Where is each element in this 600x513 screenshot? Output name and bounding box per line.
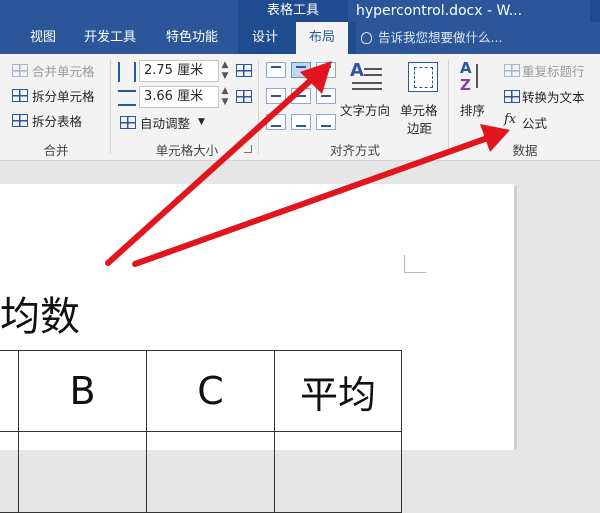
split-cells-button[interactable]: 拆分单元格	[32, 86, 95, 105]
distribute-rows-icon[interactable]	[236, 64, 252, 77]
margin-mark	[404, 272, 426, 273]
formula-button[interactable]: 公式	[522, 113, 547, 132]
align-top-right-button[interactable]	[316, 62, 336, 78]
align-bottom-center-button[interactable]	[291, 114, 311, 130]
group-label-cell-size: 单元格大小	[155, 143, 219, 158]
autofit-icon	[120, 116, 136, 129]
align-top-center-button[interactable]	[291, 62, 311, 78]
convert-to-text-button[interactable]: 转换为文本	[522, 87, 585, 106]
align-top-left-button[interactable]	[266, 62, 286, 78]
sort-button[interactable]: 排序	[460, 100, 485, 119]
tab-developer[interactable]: 开发工具	[84, 22, 136, 54]
convert-to-text-icon	[504, 90, 520, 103]
group-separator	[258, 60, 259, 154]
table-cell[interactable]: C	[146, 350, 275, 432]
tab-layout[interactable]: 布局	[296, 22, 348, 54]
margin-mark	[404, 255, 405, 273]
document-heading: 均数	[0, 294, 80, 340]
distribute-columns-icon[interactable]	[236, 90, 252, 103]
group-separator	[448, 60, 449, 154]
table-cell[interactable]: 平均	[274, 350, 402, 432]
merge-cells-button[interactable]: 合并单元格	[32, 61, 95, 80]
row-height-spinner[interactable]: ▲ ▼	[219, 60, 231, 82]
tell-me-search[interactable]: 告诉我您想要做什么...	[378, 22, 502, 54]
split-cells-icon	[12, 89, 28, 102]
tab-special[interactable]: 特色功能	[166, 22, 218, 54]
column-width-spinner[interactable]: ▲ ▼	[219, 86, 231, 108]
split-table-icon	[12, 114, 28, 127]
group-label-merge: 合并	[43, 143, 69, 158]
document-title: hypercontrol.docx - W...	[356, 3, 523, 19]
window-control[interactable]	[590, 0, 600, 22]
formula-icon: fx	[504, 112, 517, 127]
lightbulb-icon	[361, 32, 372, 44]
group-label-data: 数据	[512, 143, 538, 158]
repeat-header-button[interactable]: 重复标题行	[522, 61, 585, 80]
align-middle-right-button[interactable]	[316, 88, 336, 104]
group-label-alignment: 对齐方式	[329, 143, 380, 158]
sort-icon: A Z	[458, 60, 484, 96]
align-bottom-left-button[interactable]	[266, 114, 286, 130]
chevron-down-icon[interactable]: ▼	[198, 113, 205, 131]
cell-margins-icon	[408, 62, 438, 92]
tab-design[interactable]: 设计	[252, 22, 278, 54]
autofit-button[interactable]: 自动调整	[140, 113, 190, 132]
table-row	[0, 431, 402, 513]
cell-margins-button-line2[interactable]: 边距	[407, 118, 432, 137]
repeat-header-icon	[504, 64, 520, 77]
text-direction-icon: A	[350, 60, 384, 94]
document-table[interactable]: B C 平均	[0, 350, 402, 513]
cell-margins-button[interactable]: 单元格	[400, 100, 438, 119]
column-width-input[interactable]: 3.66 厘米	[139, 86, 219, 108]
table-cell[interactable]	[274, 431, 402, 513]
table-cell[interactable]	[18, 431, 147, 513]
align-middle-left-button[interactable]	[266, 88, 286, 104]
table-cell[interactable]	[0, 431, 19, 513]
text-direction-button[interactable]: 文字方向	[340, 100, 390, 119]
row-height-icon	[118, 62, 136, 82]
table-row: B C 平均	[0, 350, 402, 432]
align-bottom-right-button[interactable]	[316, 114, 336, 130]
table-cell[interactable]	[146, 431, 275, 513]
table-cell[interactable]: B	[18, 350, 147, 432]
column-width-icon	[118, 90, 136, 106]
group-separator	[110, 60, 111, 154]
merge-cells-icon	[12, 64, 28, 77]
align-middle-center-button[interactable]	[291, 88, 311, 104]
table-cell[interactable]	[0, 350, 19, 432]
dialog-launcher-icon[interactable]	[244, 145, 252, 153]
page-shadow	[514, 186, 517, 450]
context-title: 表格工具	[238, 0, 348, 22]
split-table-button[interactable]: 拆分表格	[32, 111, 82, 130]
tab-view[interactable]: 视图	[30, 22, 56, 54]
row-height-input[interactable]: 2.75 厘米	[139, 60, 219, 82]
